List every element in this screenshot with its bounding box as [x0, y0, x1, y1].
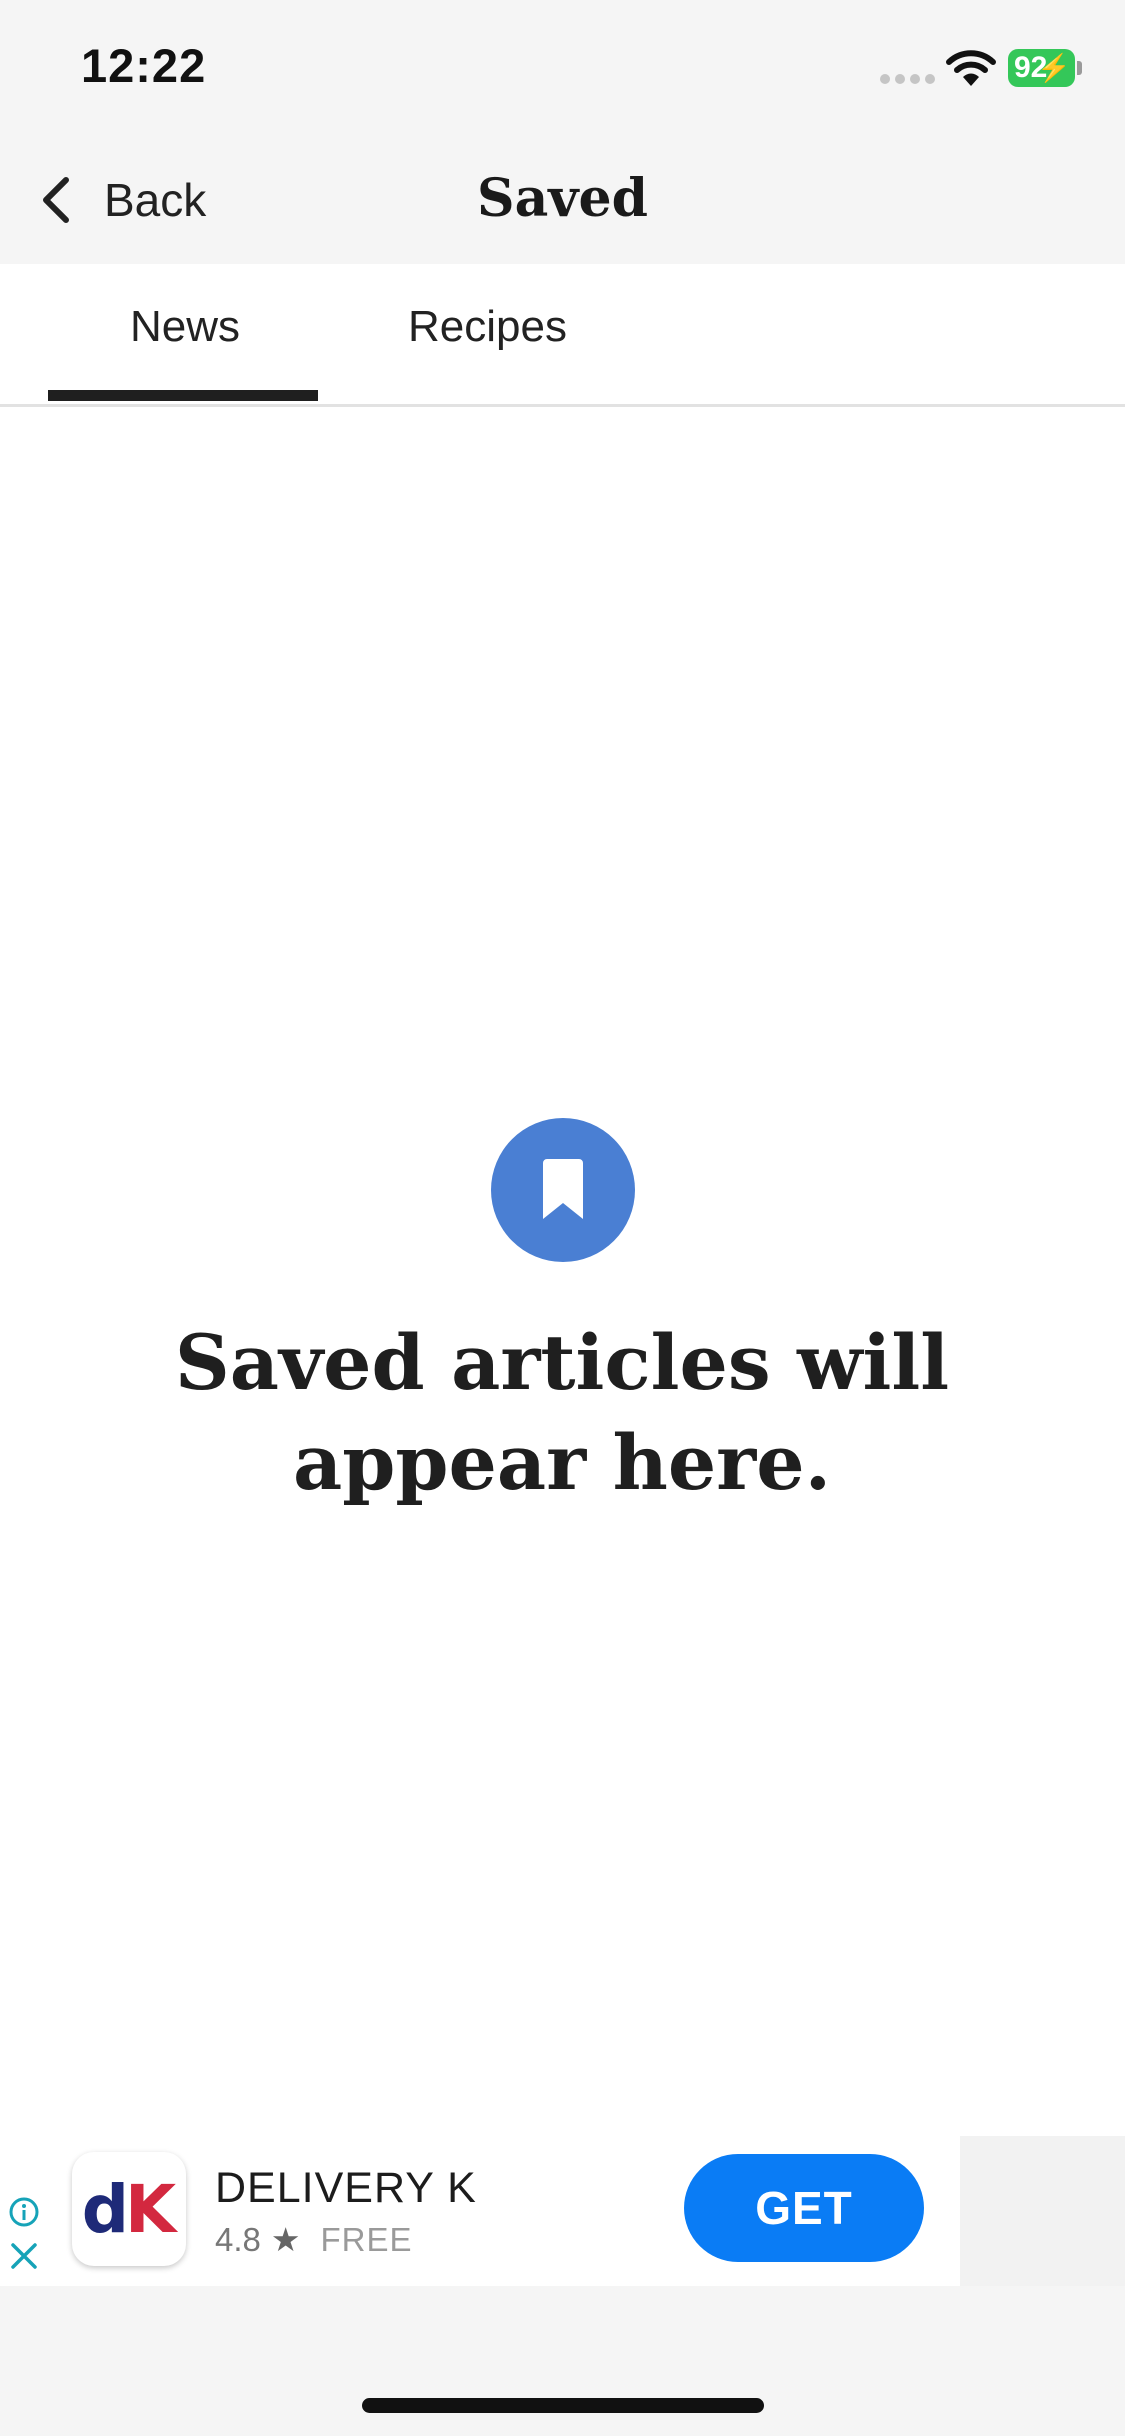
charging-bolt-icon: ⚡: [1037, 53, 1071, 83]
page-title: Saved: [477, 168, 648, 229]
app-rating: 4.8: [215, 2221, 261, 2258]
empty-state-message: Saved articles will appear here.: [174, 1318, 950, 1507]
tab-news[interactable]: News: [130, 302, 240, 352]
get-button[interactable]: GET: [684, 2154, 924, 2262]
app-price: FREE: [320, 2221, 413, 2258]
close-icon[interactable]: [8, 2240, 40, 2272]
ad-banner[interactable]: dK DELIVERY K 4.8 ★ FREE GET: [0, 2136, 960, 2286]
bookmark-icon: [491, 1118, 635, 1262]
bottom-safe-area: [0, 2286, 1125, 2436]
ad-side-area: [960, 2136, 1125, 2286]
wifi-icon: [946, 50, 996, 86]
battery-icon: 92 ⚡: [1008, 49, 1075, 87]
app-icon-letter-k: K: [125, 2170, 177, 2248]
tab-bar: News Recipes: [0, 264, 1125, 407]
star-icon: ★: [270, 2221, 301, 2258]
tab-selected-indicator: [48, 390, 318, 401]
top-bar: 12:22 92 ⚡ Back Saved: [0, 0, 1125, 264]
battery-nub: [1077, 61, 1082, 75]
status-time: 12:22: [81, 39, 207, 92]
cellular-signal-icon: [880, 74, 936, 86]
tab-recipes[interactable]: Recipes: [408, 302, 567, 352]
app-icon[interactable]: dK: [72, 2152, 186, 2266]
home-indicator[interactable]: [362, 2398, 764, 2413]
app-icon-letter-d: d: [81, 2170, 130, 2248]
app-name[interactable]: DELIVERY K: [215, 2164, 477, 2213]
info-icon[interactable]: [8, 2196, 40, 2228]
app-meta: 4.8 ★ FREE: [215, 2220, 412, 2259]
